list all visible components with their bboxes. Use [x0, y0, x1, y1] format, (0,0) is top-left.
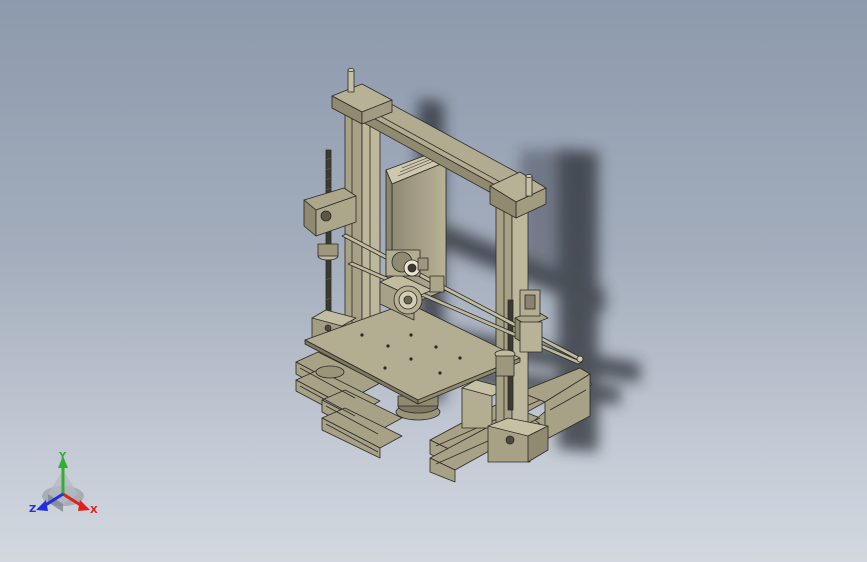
- graphics-viewport[interactable]: Y X Z: [0, 0, 867, 562]
- triad-y-label: Y: [59, 451, 67, 462]
- triad-z-label: Z: [29, 504, 37, 515]
- orientation-triad[interactable]: [0, 0, 867, 562]
- triad-x-label: X: [90, 505, 98, 516]
